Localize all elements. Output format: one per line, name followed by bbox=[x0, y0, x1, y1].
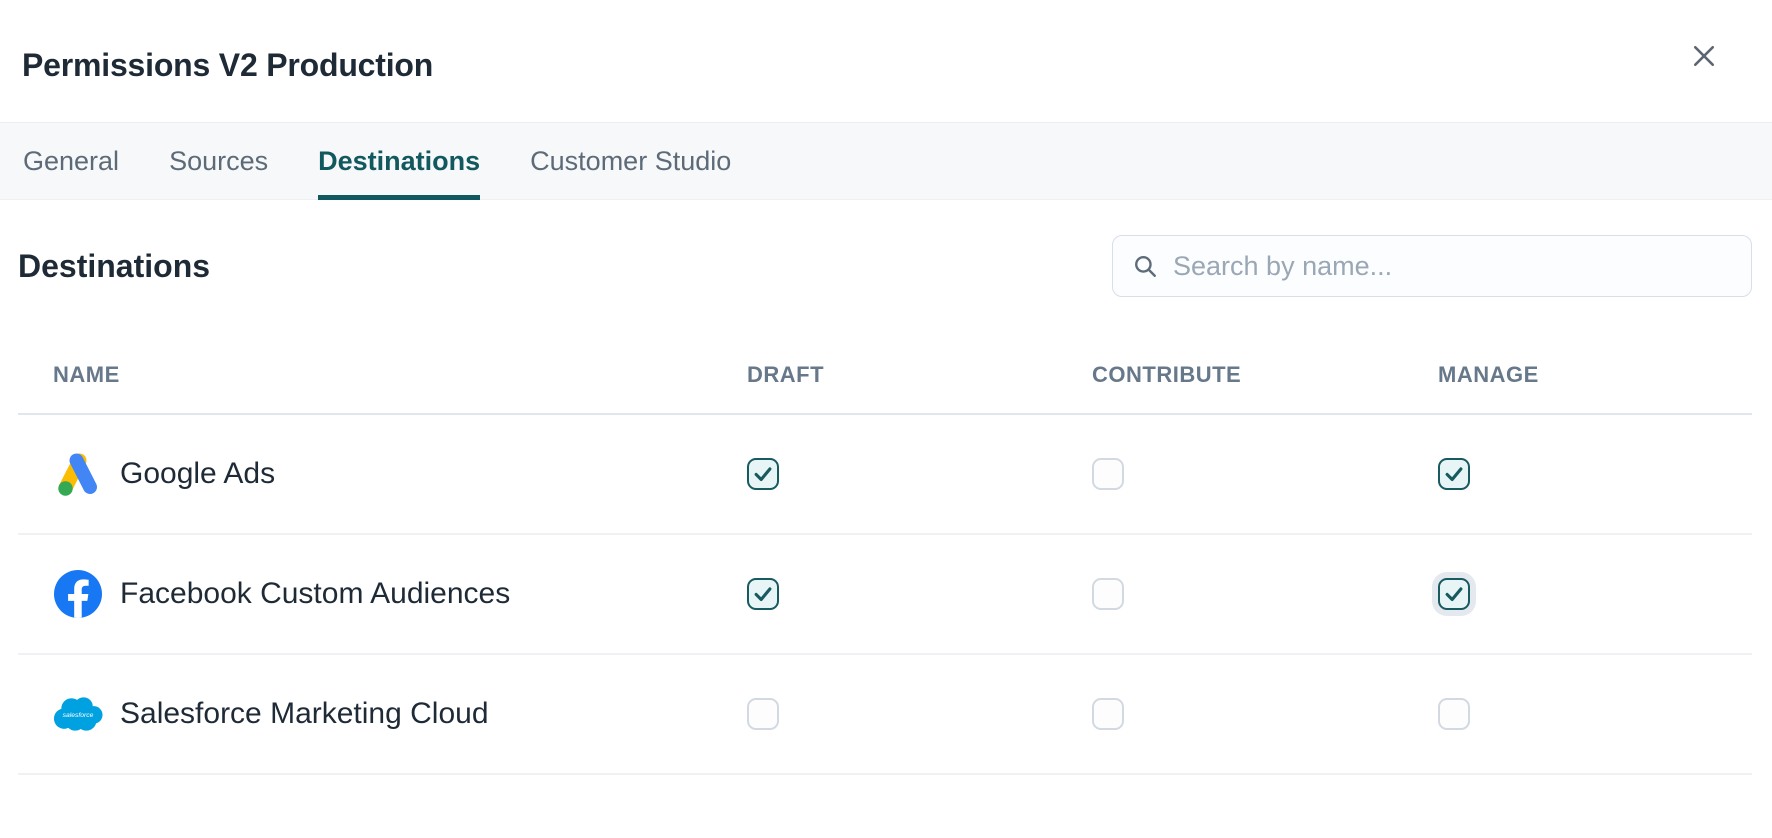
column-header-contribute: CONTRIBUTE bbox=[1092, 362, 1438, 388]
modal-header: Permissions V2 Production bbox=[0, 0, 1772, 122]
table-row: Facebook Custom Audiences bbox=[18, 535, 1752, 655]
destination-name: Facebook Custom Audiences bbox=[120, 577, 510, 611]
tab-destinations[interactable]: Destinations bbox=[318, 123, 480, 199]
svg-text:salesforce: salesforce bbox=[63, 712, 94, 719]
search-box bbox=[1112, 235, 1752, 297]
check-icon bbox=[1443, 463, 1465, 485]
google-ads-manage-checkbox[interactable] bbox=[1438, 458, 1470, 490]
destination-name-cell: Facebook Custom Audiences bbox=[53, 569, 747, 619]
salesforce-manage-checkbox[interactable] bbox=[1438, 698, 1470, 730]
tab-sources-label: Sources bbox=[169, 146, 268, 177]
check-icon bbox=[752, 463, 774, 485]
tab-customer-studio-label: Customer Studio bbox=[530, 146, 731, 177]
destination-name-cell: salesforce Salesforce Marketing Cloud bbox=[53, 689, 747, 739]
column-header-name: NAME bbox=[53, 362, 747, 388]
tab-general[interactable]: General bbox=[23, 123, 119, 199]
tab-sources[interactable]: Sources bbox=[169, 123, 268, 199]
table-row: Google Ads bbox=[18, 415, 1752, 535]
tab-destinations-label: Destinations bbox=[318, 146, 480, 177]
table-header-row: NAME DRAFT CONTRIBUTE MANAGE bbox=[18, 337, 1752, 415]
tab-general-label: General bbox=[23, 146, 119, 177]
google-ads-contribute-checkbox[interactable] bbox=[1092, 458, 1124, 490]
close-button[interactable] bbox=[1686, 38, 1722, 74]
check-icon bbox=[1443, 583, 1465, 605]
modal-title: Permissions V2 Production bbox=[22, 47, 433, 84]
facebook-contribute-checkbox[interactable] bbox=[1092, 578, 1124, 610]
destinations-panel: Destinations NAME DRAFT CONTRIBUTE MANAG… bbox=[0, 235, 1772, 775]
destination-name: Google Ads bbox=[120, 457, 275, 491]
destinations-table: NAME DRAFT CONTRIBUTE MANAGE Google Ads bbox=[18, 337, 1752, 775]
salesforce-icon: salesforce bbox=[53, 689, 103, 739]
section-heading: Destinations bbox=[18, 248, 210, 285]
check-icon bbox=[752, 583, 774, 605]
table-row: salesforce Salesforce Marketing Cloud bbox=[18, 655, 1752, 775]
tab-bar: General Sources Destinations Customer St… bbox=[0, 122, 1772, 200]
tab-customer-studio[interactable]: Customer Studio bbox=[530, 123, 731, 199]
search-input[interactable] bbox=[1173, 251, 1732, 282]
destination-name: Salesforce Marketing Cloud bbox=[120, 697, 489, 731]
column-header-draft: DRAFT bbox=[747, 362, 1092, 388]
section-header: Destinations bbox=[18, 235, 1752, 297]
column-header-manage: MANAGE bbox=[1438, 362, 1752, 388]
close-icon bbox=[1689, 41, 1719, 71]
search-icon bbox=[1132, 253, 1158, 279]
facebook-icon bbox=[53, 569, 103, 619]
salesforce-contribute-checkbox[interactable] bbox=[1092, 698, 1124, 730]
google-ads-draft-checkbox[interactable] bbox=[747, 458, 779, 490]
facebook-draft-checkbox[interactable] bbox=[747, 578, 779, 610]
destination-name-cell: Google Ads bbox=[53, 449, 747, 499]
google-ads-icon bbox=[53, 449, 103, 499]
salesforce-draft-checkbox[interactable] bbox=[747, 698, 779, 730]
facebook-manage-checkbox[interactable] bbox=[1438, 578, 1470, 610]
